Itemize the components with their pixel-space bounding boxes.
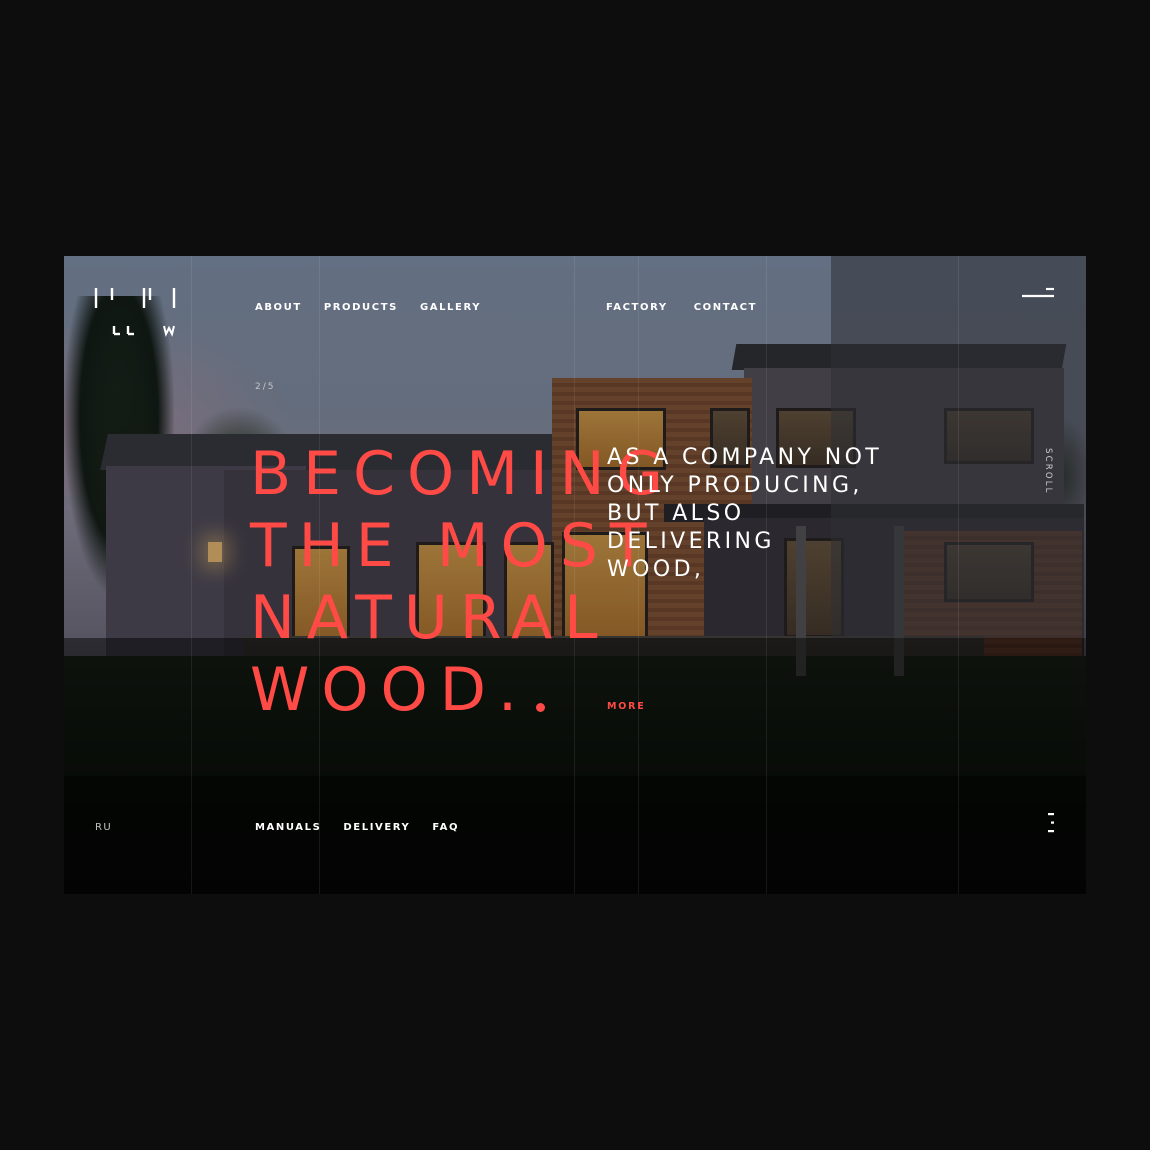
subheadline-line: WOOD, xyxy=(607,557,705,582)
hero-slide: ABOUT PRODUCTS GALLERY FACTORY CONTACT 2… xyxy=(64,256,1086,894)
hero-subheadline: AS A COMPANY NOT ONLY PRODUCING, BUT ALS… xyxy=(607,444,882,584)
nav-factory[interactable]: FACTORY xyxy=(606,302,668,313)
main-nav-right: FACTORY CONTACT xyxy=(606,302,757,313)
language-switch[interactable]: RU xyxy=(95,822,112,833)
nav-products[interactable]: PRODUCTS xyxy=(324,302,398,313)
footer-nav: MANUALS DELIVERY FAQ xyxy=(255,822,459,833)
scroll-indicator[interactable]: SCROLL xyxy=(1043,448,1053,495)
footer-link-delivery[interactable]: DELIVERY xyxy=(343,822,410,833)
hamburger-icon[interactable] xyxy=(1022,286,1054,300)
nav-gallery[interactable]: GALLERY xyxy=(420,302,481,313)
subheadline-line: BUT ALSO xyxy=(607,501,745,526)
llw-logo-icon[interactable] xyxy=(94,286,178,338)
subheadline-line: ONLY PRODUCING, xyxy=(607,473,863,498)
subheadline-line: DELIVERING xyxy=(607,529,775,554)
footer-link-faq[interactable]: FAQ xyxy=(432,822,459,833)
headline-line: NATURAL xyxy=(250,583,610,653)
vertical-dots-icon[interactable] xyxy=(1048,813,1054,833)
main-nav-left: ABOUT PRODUCTS GALLERY xyxy=(255,302,481,313)
headline-line: WOOD. xyxy=(250,655,530,725)
nav-contact[interactable]: CONTACT xyxy=(694,302,757,313)
nav-about[interactable]: ABOUT xyxy=(255,302,302,313)
accent-dot xyxy=(536,703,545,712)
more-link[interactable]: MORE xyxy=(607,701,646,712)
footer-link-manuals[interactable]: MANUALS xyxy=(255,822,321,833)
subheadline-line: AS A COMPANY NOT xyxy=(607,445,883,470)
slide-counter: 2/5 xyxy=(255,382,276,392)
